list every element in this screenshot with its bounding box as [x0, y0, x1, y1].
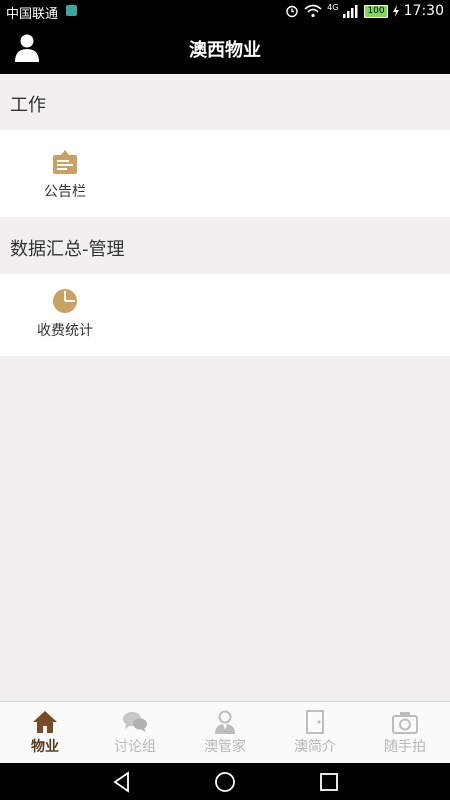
sim-icon: [66, 5, 77, 16]
bulletin-board-tile[interactable]: 公告栏: [20, 149, 110, 201]
clock: 17:30: [403, 3, 444, 19]
back-icon[interactable]: [110, 770, 134, 794]
door-icon: [306, 710, 324, 734]
tab-label: 随手拍: [384, 739, 426, 755]
tab-introduction[interactable]: 澳简介: [270, 702, 360, 764]
wifi-icon: [304, 4, 322, 18]
pie-chart-icon: [53, 289, 77, 313]
chat-bubbles-icon: [123, 712, 147, 732]
tab-discussion-group[interactable]: 讨论组: [90, 702, 180, 764]
section-title: 数据汇总-管理: [10, 239, 125, 260]
section-title: 工作: [10, 95, 46, 116]
battery-icon: 100: [364, 4, 388, 18]
tab-butler[interactable]: 澳管家: [180, 702, 270, 764]
section-header-data-summary: 数据汇总-管理: [0, 218, 450, 274]
tab-label: 物业: [31, 739, 59, 755]
alarm-icon: [286, 5, 298, 18]
camera-icon: [392, 712, 418, 734]
tile-label: 公告栏: [44, 184, 86, 200]
butler-icon: [215, 710, 235, 734]
home-circle-icon[interactable]: [213, 770, 237, 794]
tab-snapshot[interactable]: 随手拍: [360, 702, 450, 764]
home-icon: [33, 711, 57, 733]
app-title: 澳西物业: [189, 40, 261, 61]
section-header-work: 工作: [0, 74, 450, 130]
bulletin-board-icon: [53, 150, 77, 174]
tab-label: 讨论组: [114, 739, 156, 755]
tab-property[interactable]: 物业: [0, 702, 90, 764]
carrier-label: 中国联通: [6, 7, 59, 22]
data-summary-panel: 收费统计: [0, 274, 450, 356]
tile-label: 收费统计: [37, 323, 93, 339]
status-bar: 中国联通 4G 100 17:30: [0, 0, 450, 22]
tab-label: 澳管家: [204, 739, 246, 755]
network-type-label: 4G: [327, 2, 339, 12]
system-nav-bar: [0, 763, 450, 800]
recents-icon[interactable]: [317, 770, 341, 794]
charging-icon: [392, 5, 399, 17]
work-panel: 公告栏: [0, 130, 450, 217]
fee-statistics-tile[interactable]: 收费统计: [20, 288, 110, 340]
app-bar: 澳西物业: [0, 22, 450, 74]
tab-label: 澳简介: [294, 739, 336, 755]
bottom-tab-bar: 物业 讨论组 澳管家 澳简介 随手拍: [0, 701, 450, 764]
signal-icon: [343, 5, 358, 18]
